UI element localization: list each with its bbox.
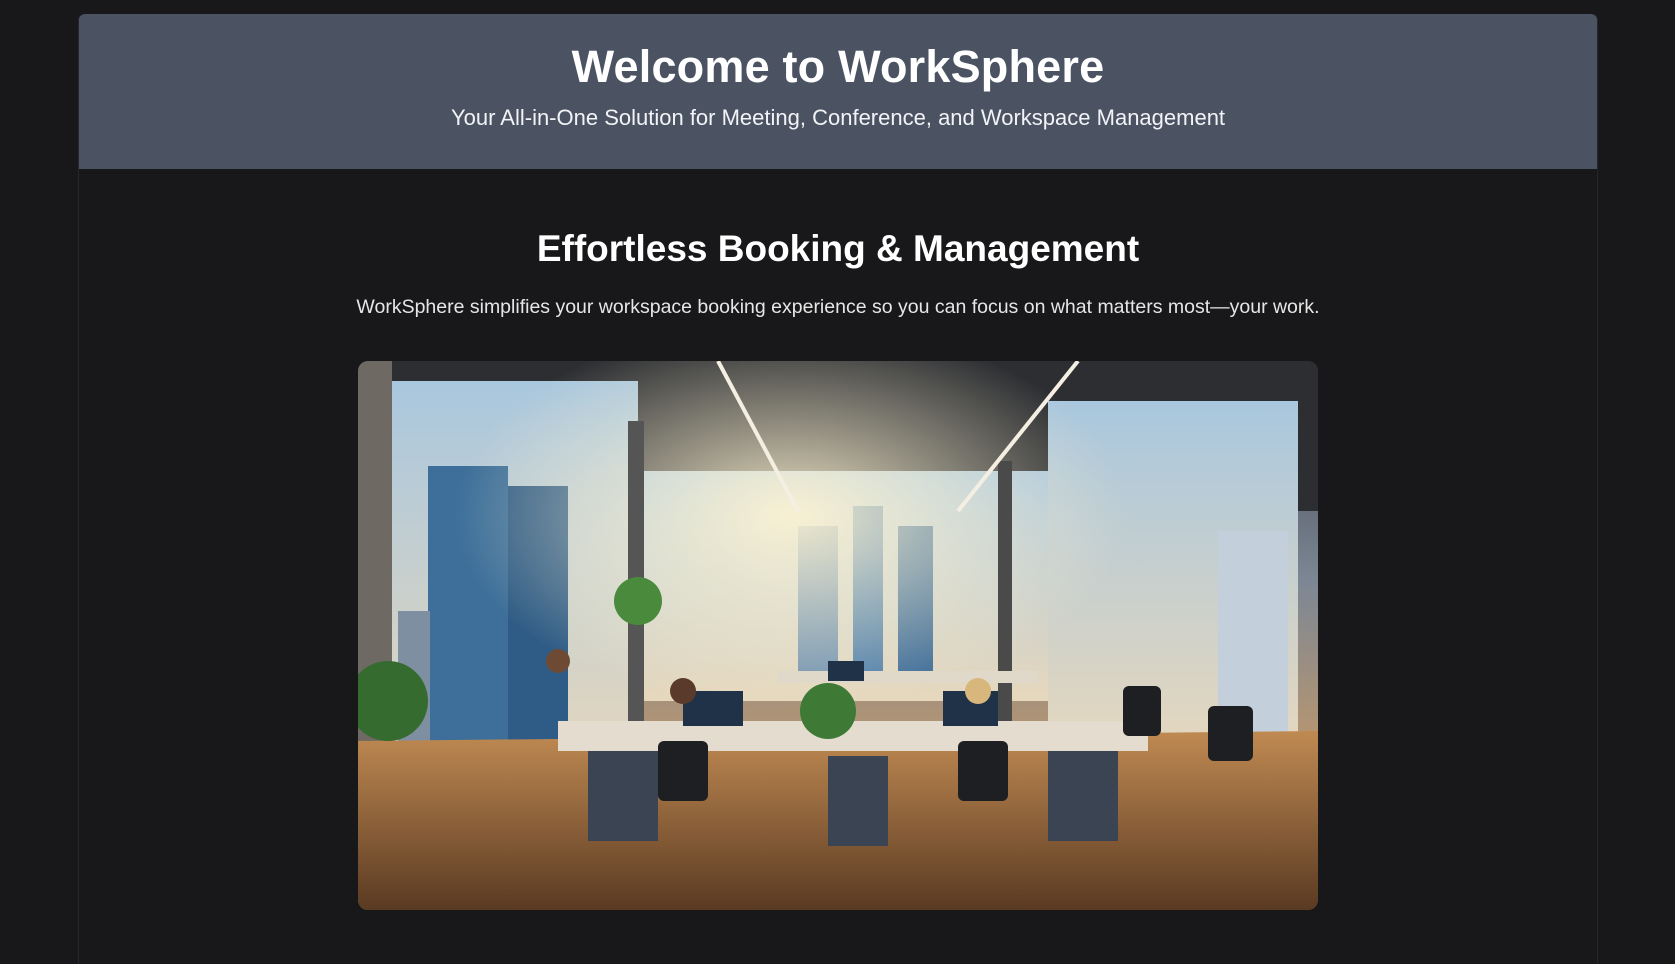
office-photo — [358, 360, 1318, 910]
hero-subtitle: Your All-in-One Solution for Meeting, Co… — [450, 104, 1226, 130]
page-container: Welcome to WorkSphere Your All-in-One So… — [78, 14, 1598, 964]
hero-title: Welcome to WorkSphere — [571, 41, 1105, 92]
hero-header: Welcome to WorkSphere Your All-in-One So… — [79, 14, 1597, 169]
features-section: Effortless Booking & Management WorkSphe… — [79, 169, 1597, 910]
features-description: WorkSphere simplifies your workspace boo… — [356, 296, 1320, 319]
features-title: Effortless Booking & Management — [536, 228, 1140, 269]
